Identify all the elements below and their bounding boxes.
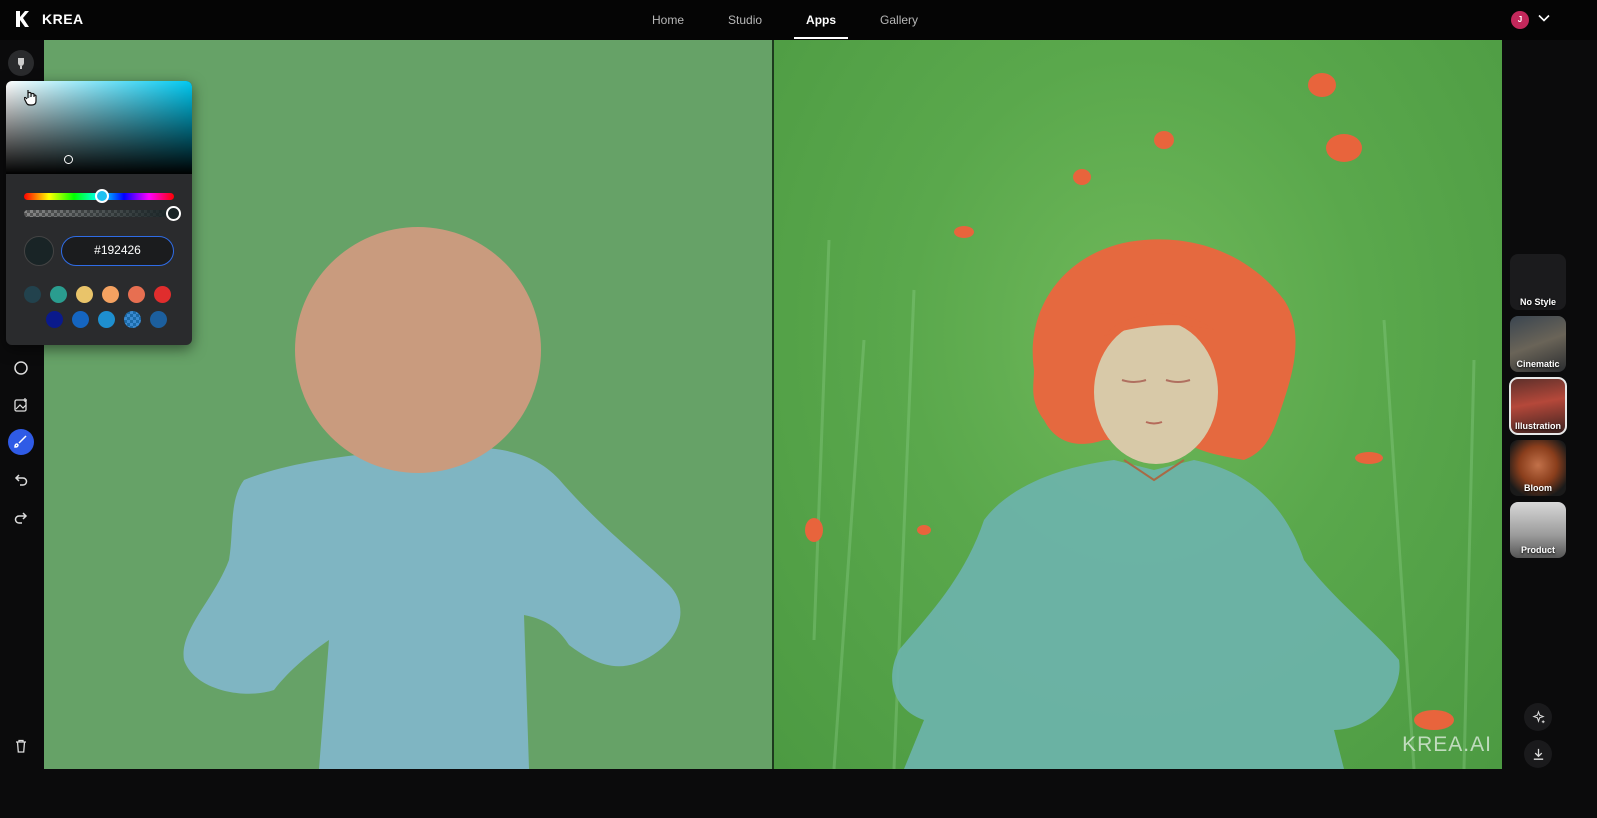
opacity-slider[interactable] [24, 210, 174, 217]
hue-slider-handle[interactable] [95, 189, 109, 203]
trash-icon [16, 739, 26, 753]
dress [892, 460, 1400, 769]
sparkle-icon [1531, 709, 1545, 723]
enhance-button[interactable] [1524, 703, 1552, 731]
redo-button[interactable] [8, 505, 34, 531]
color-preset-swatch[interactable] [50, 286, 67, 303]
nav-gallery[interactable]: Gallery [858, 0, 940, 40]
current-color-swatch [24, 236, 54, 266]
main-nav: Home Studio Apps Gallery [630, 0, 940, 40]
download-button[interactable] [1524, 740, 1552, 768]
color-preset-swatch[interactable] [46, 311, 63, 328]
style-label: No Style [1519, 297, 1556, 307]
style-label: Bloom [1524, 483, 1552, 493]
color-preset-swatch[interactable] [154, 286, 171, 303]
style-bloom[interactable]: Bloom [1510, 440, 1566, 496]
chevron-down-icon[interactable] [1538, 12, 1550, 24]
color-preset-swatch[interactable] [102, 286, 119, 303]
color-preset-swatch[interactable] [128, 286, 145, 303]
style-label: Product [1520, 545, 1555, 555]
color-preset-swatch[interactable] [24, 286, 41, 303]
add-image-icon [14, 398, 27, 412]
brush-icon [14, 435, 27, 448]
add-image-button[interactable] [8, 392, 34, 418]
color-preset-swatch[interactable] [98, 311, 115, 328]
color-preset-swatch[interactable] [124, 311, 141, 328]
sketch-head [295, 227, 541, 473]
sketch-body [183, 447, 681, 769]
style-illustration[interactable]: Illustration [1509, 377, 1567, 435]
style-label: Illustration [1514, 421, 1561, 431]
saturation-handle[interactable] [64, 155, 73, 164]
style-label: Cinematic [1516, 359, 1560, 369]
brush-tool-button[interactable] [8, 429, 34, 455]
style-cinematic[interactable]: Cinematic [1510, 316, 1566, 372]
krea-logo[interactable]: KREA [14, 10, 84, 28]
krea-watermark: KREA.AI [1402, 733, 1492, 756]
opacity-slider-handle[interactable] [166, 206, 181, 221]
hand-cursor-icon [24, 90, 37, 106]
color-preset-swatch[interactable] [150, 311, 167, 328]
nav-studio[interactable]: Studio [706, 0, 784, 40]
krea-logo-icon [16, 11, 29, 27]
hex-color-input[interactable]: #192426 [61, 236, 174, 266]
download-icon [1533, 748, 1543, 760]
color-picker-popover: #192426 [6, 81, 192, 345]
circle-shape-icon [14, 361, 28, 375]
logo-text: KREA [42, 11, 84, 27]
generated-image: KREA.AI [774, 40, 1502, 769]
circle-tool-button[interactable] [8, 355, 34, 381]
brush-settings-icon [18, 58, 24, 69]
style-no-style[interactable]: No Style [1510, 254, 1566, 310]
user-avatar[interactable]: J [1511, 11, 1529, 29]
generated-artwork [805, 73, 1476, 769]
delete-button[interactable] [8, 733, 34, 759]
nav-home[interactable]: Home [630, 0, 706, 40]
top-bar: KREA Home Studio Apps Gallery J [0, 0, 1597, 40]
brush-settings-button[interactable] [8, 50, 34, 76]
redo-icon [14, 512, 28, 524]
color-preset-swatch[interactable] [72, 311, 89, 328]
undo-button[interactable] [8, 467, 34, 493]
face [1094, 320, 1218, 464]
nav-apps[interactable]: Apps [784, 0, 858, 40]
color-preset-swatch[interactable] [76, 286, 93, 303]
style-product[interactable]: Product [1510, 502, 1566, 558]
undo-icon [14, 474, 28, 486]
